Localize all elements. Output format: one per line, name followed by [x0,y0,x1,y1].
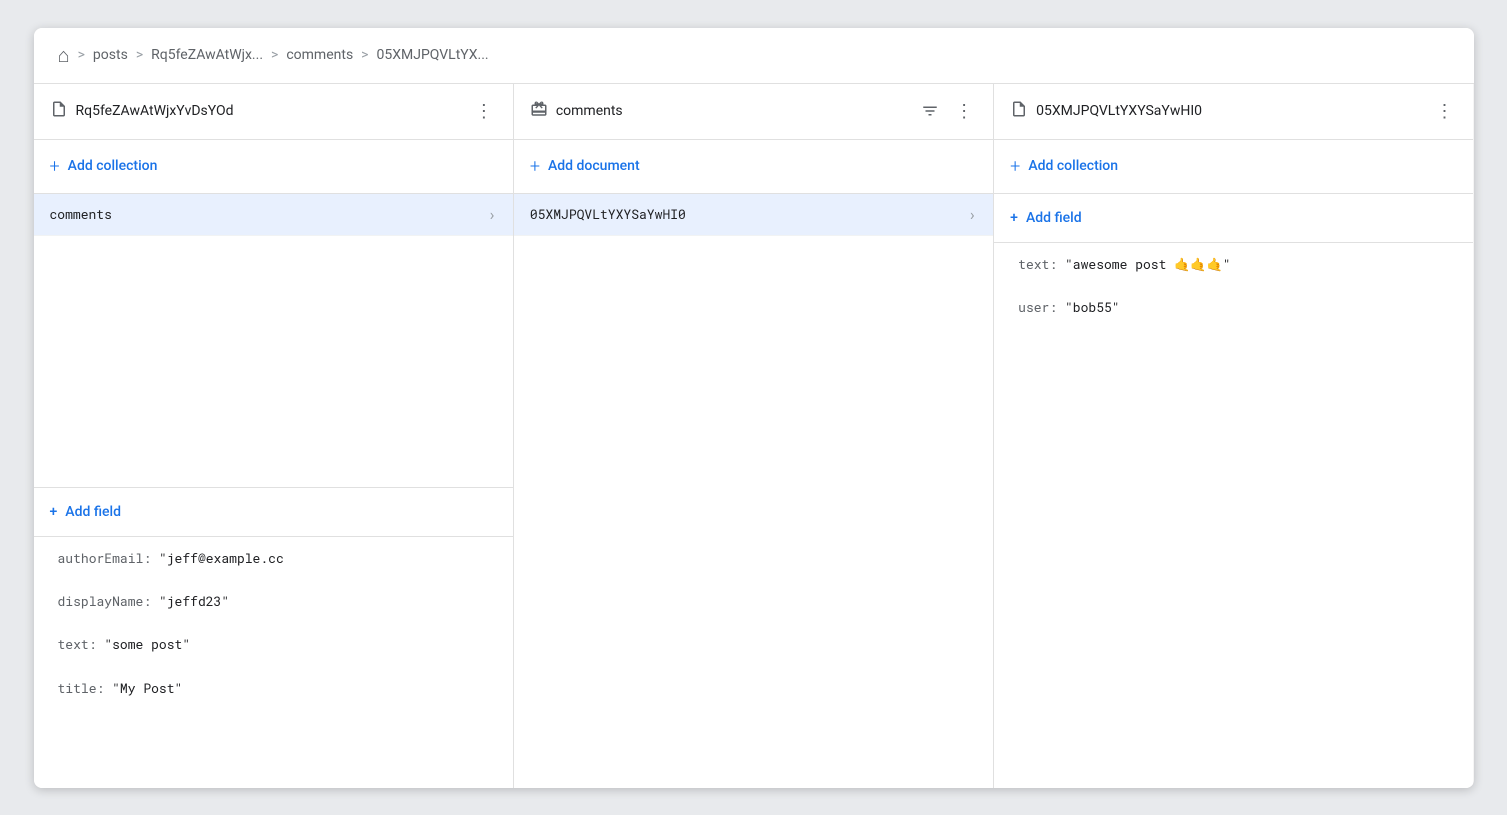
panel1-add-field-plus: + [50,504,58,520]
panel1-field-title-key: title: [58,679,105,697]
panel1-body: + Add collection comments › + Add field [34,140,513,788]
panel2-actions: ⋮ [917,98,977,124]
panel-document: Rq5feZAwAtWjxYvDsYOd ⋮ + Add collection … [34,84,514,788]
panel-collection: comments ⋮ + Add document 05XMJPQVLtYXYS… [514,84,994,788]
panel1-field-authoremail-value: "jeff@example.cc [159,549,284,567]
panel2-body: + Add document 05XMJPQVLtYXYSaYwHI0 › [514,140,993,788]
panel3-more-button[interactable]: ⋮ [1431,98,1457,124]
panel2-title: comments [556,103,909,119]
main-content: Rq5feZAwAtWjxYvDsYOd ⋮ + Add collection … [34,84,1474,788]
panel3-doc-icon [1010,100,1028,122]
panel2-add-document-label: Add document [548,158,640,174]
panel3-field-user-value: "bob55" [1065,298,1120,316]
panel2-plus-icon: + [530,156,540,177]
panel1-header: Rq5feZAwAtWjxYvDsYOd ⋮ [34,84,513,140]
panel1-field-title-value: "My Post" [112,679,182,697]
panel3-field-user-key: user: [1018,298,1057,316]
breadcrumb-doc2[interactable]: 05XMJPQVLtYX... [377,47,489,63]
panel3-add-field-plus: + [1010,210,1018,226]
panel1-field-displayname-value: "jeffd23" [159,592,229,610]
panel2-filter-button[interactable] [917,98,943,124]
breadcrumb-sep-2: > [136,47,143,63]
panel1-collection-item[interactable]: comments › [34,194,513,236]
panel2-more-button[interactable]: ⋮ [951,98,977,124]
breadcrumb-sep-4: > [361,47,368,63]
home-icon[interactable]: ⌂ [58,43,70,68]
panel2-document-item[interactable]: 05XMJPQVLtYXYSaYwHI0 › [514,194,993,236]
panel1-spacer [34,236,513,487]
panel2-collection-icon [530,100,548,122]
panel3-fields: text: "awesome post 🤙🤙🤙" user: "bob55" [994,243,1473,788]
panel1-collection-chevron: › [487,204,497,225]
panel1-add-collection[interactable]: + Add collection [34,140,513,194]
breadcrumb-posts[interactable]: posts [93,47,128,63]
panel3-field-text-value: "awesome post 🤙🤙🤙" [1065,255,1231,273]
panel3-add-field[interactable]: + Add field [994,194,1473,243]
panel1-add-field-label: Add field [65,504,121,520]
panel3-actions: ⋮ [1431,98,1457,124]
breadcrumb-bar: ⌂ > posts > Rq5feZAwAtWjx... > comments … [34,28,1474,84]
panel3-field-text[interactable]: text: "awesome post 🤙🤙🤙" [994,243,1473,286]
panel1-fields: authorEmail: "jeff@example.cc displayNam… [34,537,513,788]
panel1-field-text-key: text: [58,635,97,653]
panel1-actions: ⋮ [471,98,497,124]
panel2-header: comments ⋮ [514,84,993,140]
panel1-field-displayname[interactable]: displayName: "jeffd23" [34,580,513,623]
panel1-field-authoremail-key: authorEmail: [58,549,152,567]
breadcrumb-doc1[interactable]: Rq5feZAwAtWjx... [151,47,263,63]
panel3-field-text-key: text: [1018,255,1057,273]
breadcrumb-sep-1: > [78,47,85,63]
panel1-field-title[interactable]: title: "My Post" [34,667,513,710]
panel1-field-text[interactable]: text: "some post" [34,623,513,666]
panel2-add-document[interactable]: + Add document [514,140,993,194]
panel1-plus-icon: + [50,156,60,177]
panel-subdocument: 05XMJPQVLtYXYSaYwHI0 ⋮ + Add collection … [994,84,1473,788]
panel1-field-authoremail[interactable]: authorEmail: "jeff@example.cc [34,537,513,580]
panel3-body: + Add collection + Add field text: "awes… [994,140,1473,788]
panel1-title: Rq5feZAwAtWjxYvDsYOd [76,103,463,119]
panel3-header: 05XMJPQVLtYXYSaYwHI0 ⋮ [994,84,1473,140]
panel3-add-field-label: Add field [1026,210,1082,226]
panel1-field-text-value: "some post" [104,635,190,653]
panel3-title: 05XMJPQVLtYXYSaYwHI0 [1036,103,1423,119]
breadcrumb-sep-3: > [271,47,278,63]
breadcrumb-comments[interactable]: comments [286,47,353,63]
panel3-plus-icon: + [1010,156,1020,177]
panel2-document-chevron: › [968,204,978,225]
panel1-doc-icon [50,100,68,122]
panel3-add-collection-label: Add collection [1028,158,1118,174]
panel1-add-collection-label: Add collection [68,158,158,174]
panel1-field-displayname-key: displayName: [58,592,152,610]
panel1-collection-label: comments [50,205,488,223]
panel1-more-button[interactable]: ⋮ [471,98,497,124]
panel3-field-user[interactable]: user: "bob55" [994,286,1473,329]
browser-window: ⌂ > posts > Rq5feZAwAtWjx... > comments … [34,28,1474,788]
panel3-add-collection[interactable]: + Add collection [994,140,1473,194]
panel2-document-label: 05XMJPQVLtYXYSaYwHI0 [530,205,968,223]
panel1-add-field[interactable]: + Add field [34,488,513,537]
